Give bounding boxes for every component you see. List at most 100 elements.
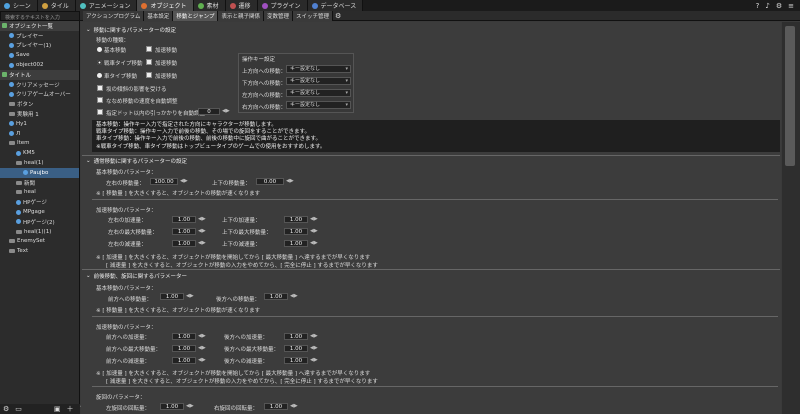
- sub-tab[interactable]: 表示と親子関係: [218, 10, 264, 21]
- top-tab[interactable]: オブジェクト: [137, 0, 194, 11]
- folder-icon[interactable]: ▭: [15, 405, 22, 413]
- accel-left-input[interactable]: 1.00: [172, 333, 196, 340]
- right-turn-input[interactable]: 1.00: [264, 403, 288, 410]
- tree-row[interactable]: 実験用 1: [0, 109, 79, 119]
- stepper-arrows-icon[interactable]: ◀▶: [198, 333, 206, 339]
- sub-tab[interactable]: 変数管理: [264, 10, 294, 21]
- left-turn-input[interactable]: 1.00: [160, 403, 184, 410]
- accel-right-input[interactable]: 1.00: [284, 240, 308, 247]
- add-folder-icon[interactable]: ▣: [54, 405, 61, 413]
- accel-left-input[interactable]: 1.00: [172, 357, 196, 364]
- key-right-select[interactable]: キー設定なし ▾: [286, 101, 351, 109]
- gear-icon[interactable]: ⚙: [3, 405, 9, 413]
- checkbox-accel-basic[interactable]: [146, 46, 152, 52]
- tree-row[interactable]: オブジェクト一覧: [0, 21, 79, 31]
- checkbox-accel-tank[interactable]: [146, 59, 152, 65]
- sub-tab[interactable]: アクションプログラム: [83, 10, 145, 21]
- tree-row[interactable]: プレイヤー(1): [0, 41, 79, 51]
- stepper-arrows-icon[interactable]: ◀▶: [310, 345, 318, 351]
- scrollbar-thumb[interactable]: [785, 26, 795, 166]
- stepper-arrows-icon[interactable]: ◀▶: [310, 357, 318, 363]
- stepper-arrows-icon[interactable]: ◀▶: [198, 345, 206, 351]
- accel-right-input[interactable]: 1.00: [284, 228, 308, 235]
- tree-row[interactable]: 新聞: [0, 178, 79, 188]
- checkbox-diagonal[interactable]: [97, 97, 103, 103]
- lr-move-input[interactable]: 100.00: [150, 178, 178, 185]
- stepper-arrows-icon[interactable]: ◀▶: [198, 228, 206, 234]
- accel-left-input[interactable]: 1.00: [172, 216, 196, 223]
- top-tab[interactable]: 素材: [193, 0, 226, 11]
- tree-row[interactable]: heal(1): [0, 158, 79, 168]
- stepper-arrows-icon[interactable]: ◀▶: [310, 228, 318, 234]
- tree-row[interactable]: Hy1: [0, 119, 79, 129]
- help-icon[interactable]: ?: [756, 2, 760, 10]
- section-normal-move-header[interactable]: ⌄ 通常移動に関するパラメーターの設定: [86, 157, 187, 165]
- tree-row[interactable]: heal(1)(1): [0, 227, 79, 237]
- tree-row[interactable]: タイトル: [0, 69, 79, 80]
- back-move-input[interactable]: 1.00: [264, 293, 288, 300]
- radio-car-move[interactable]: [97, 73, 102, 78]
- stepper-arrows-icon[interactable]: ◀▶: [290, 403, 298, 409]
- radio-basic-move[interactable]: [97, 47, 102, 52]
- checkbox-snag[interactable]: [97, 109, 103, 115]
- tree-row[interactable]: heal: [0, 188, 79, 198]
- ud-move-input[interactable]: 0.00: [256, 178, 284, 185]
- accel-right-input[interactable]: 1.00: [284, 345, 308, 352]
- speaker-icon[interactable]: ♪: [765, 2, 769, 10]
- section-forward-turn-header[interactable]: ⌄ 前後移動、旋回に関するパラメーター: [86, 272, 187, 280]
- tree-row[interactable]: HPゲージ: [0, 197, 79, 207]
- sub-tab[interactable]: 基本設定: [144, 10, 174, 21]
- tree-row[interactable]: クリアメッセージ: [0, 80, 79, 90]
- tree-row[interactable]: HPゲージ(2): [0, 217, 79, 227]
- snag-dot-input[interactable]: 0: [198, 108, 220, 115]
- accel-right-input[interactable]: 1.00: [284, 216, 308, 223]
- tree-row[interactable]: MPgage: [0, 207, 79, 217]
- top-tab[interactable]: 遷移: [225, 0, 258, 11]
- top-tab[interactable]: アニメーション: [75, 0, 138, 11]
- accel-right-input[interactable]: 1.00: [284, 357, 308, 364]
- checkbox-accel-car[interactable]: [146, 72, 152, 78]
- tree-row[interactable]: EnemySet: [0, 237, 79, 247]
- tree-row[interactable]: Paujbo: [0, 167, 79, 178]
- stepper-arrows-icon[interactable]: ◀▶: [290, 293, 298, 299]
- forward-move-input[interactable]: 1.00: [160, 293, 184, 300]
- checkbox-slope[interactable]: [97, 85, 103, 91]
- top-tab[interactable]: データベース: [307, 0, 364, 11]
- stepper-arrows-icon[interactable]: ◀▶: [198, 216, 206, 222]
- stepper-arrows-icon[interactable]: ◀▶: [310, 333, 318, 339]
- top-tab[interactable]: プラグイン: [257, 0, 308, 11]
- stepper-arrows-icon[interactable]: ◀▶: [180, 178, 188, 184]
- tree-row[interactable]: KM5: [0, 148, 79, 158]
- top-tab[interactable]: タイル: [37, 0, 76, 11]
- key-down-select[interactable]: キー設定なし ▾: [286, 77, 351, 85]
- sub-tab[interactable]: 移動とジャンプ: [173, 10, 219, 21]
- stepper-arrows-icon[interactable]: ◀▶: [310, 216, 318, 222]
- tree-row[interactable]: クリアゲームオーバー: [0, 90, 79, 100]
- tree-row[interactable]: object002: [0, 60, 79, 70]
- top-tab[interactable]: シーン: [0, 0, 38, 11]
- stepper-arrows-icon[interactable]: ◀▶: [198, 240, 206, 246]
- sub-tab[interactable]: スイッチ管理: [293, 10, 334, 21]
- accel-right-input[interactable]: 1.00: [284, 333, 308, 340]
- key-left-select[interactable]: キー設定なし ▾: [286, 89, 351, 97]
- stepper-arrows-icon[interactable]: ◀▶: [286, 178, 294, 184]
- accel-left-input[interactable]: 1.00: [172, 228, 196, 235]
- tree-row[interactable]: Л: [0, 129, 79, 139]
- radio-tank-move[interactable]: [97, 60, 102, 65]
- tree-row[interactable]: Item: [0, 139, 79, 149]
- stepper-arrows-icon[interactable]: ◀▶: [310, 240, 318, 246]
- tree-row[interactable]: プレイヤー: [0, 31, 79, 41]
- tree-row[interactable]: Save: [0, 50, 79, 60]
- search-input[interactable]: 検索するテキストを入力: [0, 10, 80, 21]
- add-object-icon[interactable]: ＋: [67, 404, 74, 414]
- stepper-arrows-icon[interactable]: ◀▶: [186, 403, 194, 409]
- scrollbar[interactable]: [782, 22, 800, 414]
- accel-left-input[interactable]: 1.00: [172, 345, 196, 352]
- tree-row[interactable]: ボタン: [0, 99, 79, 109]
- key-up-select[interactable]: キー設定なし ▾: [286, 65, 351, 73]
- stepper-arrows-icon[interactable]: ◀▶: [186, 293, 194, 299]
- stepper-arrows-icon[interactable]: ◀▶: [198, 357, 206, 363]
- stepper-arrows-icon[interactable]: ◀▶: [222, 108, 230, 114]
- menu-icon[interactable]: ≡: [788, 2, 794, 10]
- settings-gear-icon[interactable]: ⚙: [335, 12, 341, 20]
